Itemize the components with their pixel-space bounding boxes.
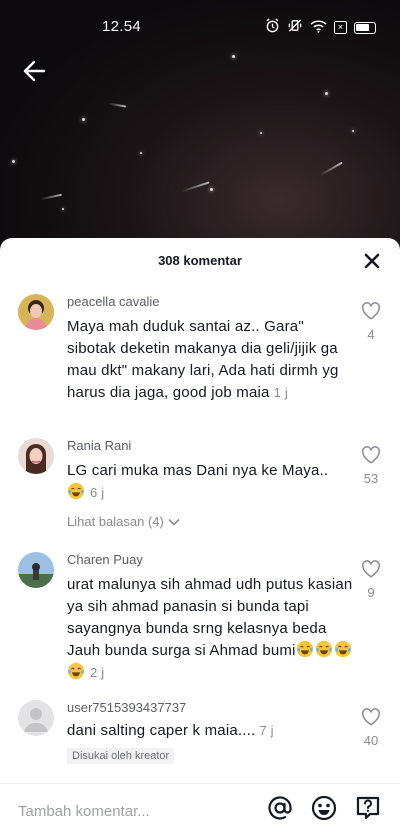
comment-body: peacella cavalie Maya mah duduk santai a… bbox=[67, 294, 357, 404]
light-streak bbox=[107, 102, 127, 108]
stage-light bbox=[12, 160, 15, 163]
emoji-icon bbox=[311, 795, 337, 821]
like-count: 53 bbox=[363, 471, 379, 486]
question-icon bbox=[356, 796, 380, 820]
light-streak bbox=[319, 161, 343, 177]
tears-of-joy-emoji-icon bbox=[315, 640, 332, 658]
alarm-icon bbox=[265, 18, 280, 37]
back-button[interactable] bbox=[20, 56, 50, 86]
avatar[interactable] bbox=[18, 294, 54, 330]
comment-body: Rania Rani LG cari muka mas Dani nya ke … bbox=[67, 438, 357, 531]
like-count: 40 bbox=[363, 733, 379, 748]
battery-icon bbox=[354, 21, 376, 34]
divider bbox=[0, 783, 400, 784]
comment-text: dani salting caper k maia.... 7 j bbox=[67, 720, 357, 742]
at-mention-icon bbox=[268, 796, 292, 820]
stage-light bbox=[325, 92, 328, 95]
comment-count-title: 308 komentar bbox=[158, 253, 242, 268]
like-button[interactable]: 53 bbox=[360, 446, 382, 486]
comment-text: LG cari muka mas Dani nya ke Maya.. 6 j bbox=[67, 460, 357, 504]
chevron-down-icon bbox=[168, 518, 180, 526]
tears-of-joy-emoji-icon bbox=[67, 662, 85, 680]
like-button[interactable]: 40 bbox=[360, 708, 382, 748]
status-bar: 12.54 × bbox=[0, 0, 400, 52]
view-replies-button[interactable]: Lihat balasan (4) bbox=[67, 514, 180, 529]
comment-text-content: LG cari muka mas Dani nya ke Maya.. bbox=[67, 462, 329, 479]
avatar[interactable] bbox=[18, 438, 54, 474]
comment-text: urat malunya sih ahmad udh putus kasian … bbox=[67, 574, 357, 684]
comment-text-content: Maya mah duduk santai az.. Gara" sibotak… bbox=[67, 318, 339, 401]
tears-of-joy-emoji-icon bbox=[296, 640, 313, 658]
comment-username[interactable]: Rania Rani bbox=[67, 438, 357, 454]
comment-text: Maya mah duduk santai az.. Gara" sibotak… bbox=[67, 316, 357, 404]
no-sim-icon: × bbox=[334, 21, 347, 34]
emoji-button[interactable] bbox=[310, 794, 338, 822]
close-button[interactable] bbox=[362, 251, 382, 271]
question-button[interactable] bbox=[354, 794, 382, 822]
light-streak bbox=[180, 181, 210, 193]
comment-time: 7 j bbox=[259, 723, 274, 738]
stage-light bbox=[140, 152, 142, 154]
comment-body: user7515393437737 dani salting caper k m… bbox=[67, 700, 357, 764]
status-icons: × bbox=[265, 18, 376, 37]
arrow-left-icon bbox=[23, 60, 46, 82]
heart-icon bbox=[362, 708, 380, 726]
sheet-header: 308 komentar bbox=[0, 238, 400, 284]
comment-username[interactable]: peacella cavalie bbox=[67, 294, 357, 310]
comment-time: 6 j bbox=[90, 485, 105, 500]
view-replies-label: Lihat balasan (4) bbox=[67, 514, 164, 529]
comment-username[interactable]: user7515393437737 bbox=[67, 700, 357, 716]
stage-light bbox=[352, 130, 354, 132]
comment-input[interactable] bbox=[18, 796, 238, 826]
comment-input-bar bbox=[0, 790, 400, 840]
avatar[interactable] bbox=[18, 700, 54, 736]
like-count: 9 bbox=[367, 585, 375, 600]
like-button[interactable]: 4 bbox=[360, 302, 382, 342]
stage-light bbox=[232, 55, 235, 58]
tears-of-joy-emoji-icon bbox=[334, 640, 351, 658]
comment-time: 2 j bbox=[90, 665, 105, 680]
comment-time: 1 j bbox=[273, 385, 288, 400]
vibrate-off-icon bbox=[287, 18, 303, 37]
stage-light bbox=[210, 188, 213, 191]
status-time: 12.54 bbox=[102, 18, 142, 35]
comment-body: Charen Puay urat malunya sih ahmad udh p… bbox=[67, 552, 357, 684]
comments-sheet: 308 komentar peacella cavalie Maya mah d… bbox=[0, 238, 400, 840]
like-button[interactable]: 9 bbox=[360, 560, 382, 600]
heart-icon bbox=[362, 446, 380, 464]
mention-button[interactable] bbox=[266, 794, 294, 822]
stage-light bbox=[82, 118, 85, 121]
heart-icon bbox=[362, 560, 380, 578]
light-streak bbox=[40, 193, 62, 201]
avatar[interactable] bbox=[18, 552, 54, 588]
like-count: 4 bbox=[367, 327, 375, 342]
comment-text-content: dani salting caper k maia.... bbox=[67, 722, 256, 739]
tears-of-joy-emoji-icon bbox=[67, 482, 85, 500]
stage-light bbox=[62, 208, 64, 210]
wifi-icon bbox=[310, 19, 327, 37]
close-icon bbox=[364, 253, 380, 269]
liked-by-creator-badge: Disukai oleh kreator bbox=[67, 748, 175, 764]
stage-light bbox=[260, 132, 262, 134]
comment-username[interactable]: Charen Puay bbox=[67, 552, 357, 568]
heart-icon bbox=[362, 302, 380, 320]
